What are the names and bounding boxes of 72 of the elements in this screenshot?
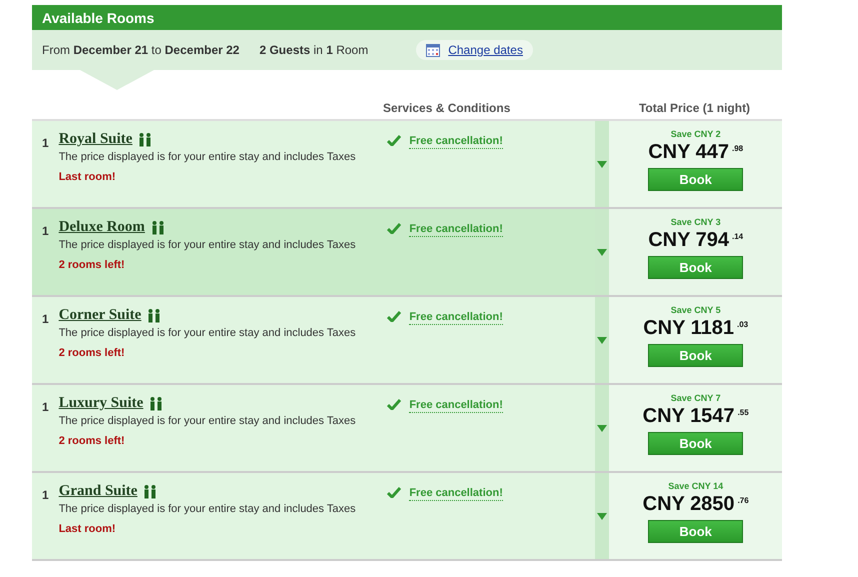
- price-cents: .55: [738, 408, 749, 417]
- expand-strip[interactable]: [594, 121, 610, 207]
- guests-icon: [147, 308, 162, 322]
- guests-icon: [138, 132, 152, 146]
- check-icon: [387, 399, 402, 410]
- expand-arrow-icon: [596, 160, 607, 168]
- check-icon: [387, 487, 402, 498]
- savings-text: Save CNY 5: [670, 305, 721, 315]
- free-cancellation-link[interactable]: Free cancellation!: [409, 135, 503, 149]
- free-cancellation-link[interactable]: Free cancellation!: [409, 311, 503, 325]
- savings-text: Save CNY 2: [670, 129, 721, 139]
- price-cents: .03: [737, 320, 748, 329]
- check-icon: [387, 223, 402, 234]
- check-icon: [387, 311, 402, 322]
- savings-text: Save CNY 7: [670, 393, 721, 403]
- price-note: The price displayed is for your entire stay and includes Taxes: [58, 151, 356, 163]
- room-quantity: 1: [42, 488, 49, 504]
- column-header: Services & Conditions: [383, 101, 512, 115]
- book-button[interactable]: Book: [648, 168, 744, 191]
- expand-strip[interactable]: [594, 297, 610, 383]
- expand-arrow-icon: [596, 248, 607, 256]
- panel-title: Available Rooms: [32, 5, 782, 30]
- price-amount: CNY 1181: [643, 317, 734, 340]
- free-cancellation-link[interactable]: Free cancellation!: [409, 399, 503, 413]
- room-quantity: 1: [42, 136, 49, 152]
- expand-strip[interactable]: [594, 209, 610, 295]
- book-button[interactable]: Book: [648, 520, 744, 543]
- expand-arrow-icon: [596, 336, 607, 344]
- room-name-link[interactable]: Grand Suite: [58, 483, 138, 500]
- calendar-icon: [426, 44, 440, 56]
- price-amount: CNY 1547: [642, 405, 735, 428]
- room-quantity: 1: [42, 400, 49, 416]
- change-dates-link[interactable]: Change dates: [448, 43, 523, 57]
- column-header: Total Price (1 night): [638, 101, 752, 115]
- room-quantity: 1: [42, 312, 49, 328]
- room-quantity: 1: [42, 224, 49, 240]
- check-icon: [387, 135, 402, 146]
- expand-arrow-icon: [596, 424, 607, 432]
- price-note: The price displayed is for your entire stay and includes Taxes: [58, 239, 356, 251]
- price-note: The price displayed is for your entire stay and includes Taxes: [58, 415, 356, 427]
- free-cancellation-link[interactable]: Free cancellation!: [409, 223, 503, 237]
- savings-text: Save CNY 3: [670, 217, 721, 227]
- expand-strip[interactable]: [594, 385, 610, 471]
- savings-text: Save CNY 14: [668, 481, 724, 491]
- date-range: From December 21 to December 22: [42, 43, 240, 57]
- room-name-link[interactable]: Royal Suite: [58, 131, 132, 148]
- price-amount: CNY 447: [648, 141, 729, 164]
- availability-text: 2 rooms left!: [58, 435, 126, 447]
- expand-strip[interactable]: [594, 473, 610, 559]
- book-button[interactable]: Book: [648, 432, 744, 455]
- availability-text: 2 rooms left!: [58, 347, 126, 359]
- room-name-link[interactable]: Corner Suite: [58, 307, 142, 324]
- guest-count: 2 Guests in 1 Room: [259, 43, 368, 57]
- guests-icon: [150, 220, 165, 234]
- availability-text: Last room!: [58, 171, 117, 183]
- free-cancellation-link[interactable]: Free cancellation!: [409, 487, 503, 501]
- room-name-link[interactable]: Luxury Suite: [58, 395, 144, 412]
- availability-text: Last room!: [58, 523, 117, 535]
- room-name-link[interactable]: Deluxe Room: [58, 219, 145, 236]
- price-amount: CNY 2850: [642, 493, 735, 516]
- price-amount: CNY 794: [648, 229, 729, 252]
- availability-text: 2 rooms left!: [58, 259, 126, 271]
- price-cents: .14: [732, 232, 744, 241]
- book-button[interactable]: Book: [648, 344, 744, 367]
- guests-icon: [149, 396, 164, 410]
- price-cents: .98: [732, 144, 744, 153]
- book-button[interactable]: Book: [648, 256, 744, 279]
- expand-arrow-icon: [596, 512, 607, 520]
- guests-icon: [143, 484, 158, 498]
- price-note: The price displayed is for your entire stay and includes Taxes: [58, 327, 356, 339]
- price-note: The price displayed is for your entire stay and includes Taxes: [58, 503, 356, 515]
- price-cents: .76: [738, 496, 749, 505]
